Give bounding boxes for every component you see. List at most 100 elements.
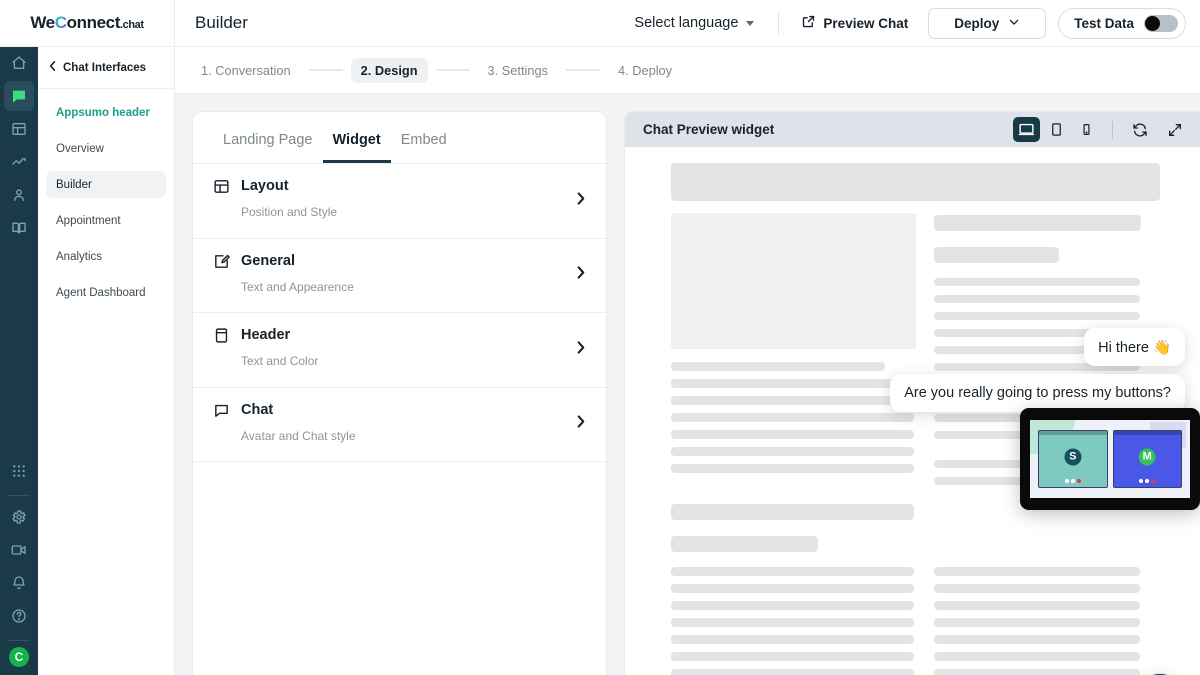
sidebar-item-analytics[interactable]: Analytics (46, 243, 166, 270)
deploy-label: Deploy (954, 15, 1000, 31)
video-end-call-dot (1151, 479, 1156, 483)
topbar: Builder Select language Preview Chat Dep… (175, 0, 1200, 47)
skeleton-line (671, 413, 914, 422)
brand-text: WeConnect.chat (30, 13, 144, 33)
settings-row-header[interactable]: Header Text and Color (193, 313, 606, 388)
sidebar-item-label: Appsumo header (56, 106, 150, 119)
skeleton-line (934, 247, 1059, 263)
step-settings[interactable]: 3. Settings (478, 58, 558, 83)
step-connector (566, 69, 601, 71)
skeleton-line (934, 652, 1140, 661)
settings-row-subtitle: Position and Style (241, 205, 338, 219)
refresh-icon[interactable] (1126, 117, 1153, 142)
sidebar-item-agent-dashboard[interactable]: Agent Dashboard (46, 279, 166, 306)
step-conversation[interactable]: 1. Conversation (191, 58, 301, 83)
language-select[interactable]: Select language (622, 15, 766, 31)
tab-landing-page[interactable]: Landing Page (213, 132, 323, 163)
avatar[interactable]: C (9, 647, 29, 667)
sidebar-list: Appsumo header Overview Builder Appointm… (38, 89, 174, 306)
chevron-right-icon[interactable] (575, 340, 586, 360)
settings-row-title: General (241, 252, 295, 269)
video-icon[interactable] (4, 535, 34, 565)
sidebar-item-label: Agent Dashboard (56, 286, 146, 299)
icon-rail: C (0, 0, 38, 675)
skeleton-line (671, 396, 914, 405)
test-data-toggle[interactable]: Test Data (1058, 7, 1186, 39)
apps-grid-icon[interactable] (4, 456, 34, 486)
video-preview-inner: S M (1030, 420, 1190, 498)
settings-row-general[interactable]: General Text and Appearence (193, 239, 606, 313)
help-icon[interactable] (4, 601, 34, 631)
expand-icon[interactable] (1161, 117, 1188, 142)
device-desktop-button[interactable] (1013, 117, 1040, 142)
language-select-label: Select language (634, 15, 739, 31)
dashboard-icon[interactable] (4, 114, 34, 144)
app-root: WeConnect.chat C Chat Interfaces Appsumo… (0, 0, 1200, 675)
skeleton-line (934, 601, 1140, 610)
skeleton-line (934, 312, 1140, 320)
sidebar-item-builder[interactable]: Builder (46, 171, 166, 198)
gear-icon[interactable] (4, 502, 34, 532)
video-controls-right (1139, 479, 1156, 483)
analytics-icon[interactable] (4, 147, 34, 177)
main-area: Builder Select language Preview Chat Dep… (175, 0, 1200, 675)
bell-icon[interactable] (4, 568, 34, 598)
chevron-right-icon[interactable] (575, 191, 586, 211)
sidebar-back-chat-interfaces[interactable]: Chat Interfaces (38, 47, 174, 89)
settings-row-title: Header (241, 327, 291, 343)
video-panes: S M (1038, 430, 1182, 488)
skeleton-line (671, 669, 914, 675)
video-pane-left: S (1038, 430, 1108, 488)
step-connector (308, 69, 343, 71)
settings-row-chat[interactable]: Chat Avatar and Chat style (193, 388, 606, 462)
content-area: Landing Page Widget Embed Layout Positio… (175, 94, 1200, 675)
contacts-icon[interactable] (4, 180, 34, 210)
chat-bubble-text: Are you really going to press my buttons… (904, 385, 1171, 401)
knowledge-icon[interactable] (4, 213, 34, 243)
sidebar-item-appointment[interactable]: Appointment (46, 207, 166, 234)
test-data-label: Test Data (1074, 15, 1134, 31)
home-icon[interactable] (4, 48, 34, 78)
settings-row-subtitle: Text and Appearence (241, 279, 354, 294)
tab-widget[interactable]: Widget (322, 132, 391, 163)
rail-divider (8, 495, 30, 496)
sidebar-item-appsumo-header[interactable]: Appsumo header (46, 99, 166, 126)
brand-logo[interactable]: WeConnect.chat (0, 0, 175, 47)
video-preview-card[interactable]: S M (1020, 408, 1200, 510)
video-pane-titlebar (1039, 431, 1107, 435)
chevron-right-icon[interactable] (575, 414, 586, 434)
preview-header-divider (1112, 120, 1113, 139)
video-control-dot (1145, 479, 1150, 483)
step-deploy[interactable]: 4. Deploy (608, 58, 682, 83)
settings-row-text: Header Text and Color (241, 326, 586, 368)
preview-header: Chat Preview widget (625, 112, 1200, 147)
chat-icon[interactable] (4, 81, 34, 111)
design-settings-card: Landing Page Widget Embed Layout Positio… (192, 111, 607, 675)
skeleton-line (671, 635, 914, 644)
chat-bubble-text: Hi there 👋 (1098, 339, 1171, 356)
rail-divider-bottom (8, 640, 30, 641)
brand-accent-letter: C (54, 13, 67, 32)
chat-preview-card: Chat Preview widget Hi there 👋 Are you r… (624, 111, 1200, 675)
device-tablet-button[interactable] (1043, 117, 1070, 142)
deploy-button[interactable]: Deploy (928, 7, 1047, 39)
video-control-dot (1070, 479, 1075, 483)
toggle-switch[interactable] (1144, 14, 1178, 32)
settings-row-layout[interactable]: Layout Position and Style (193, 164, 606, 239)
step-design[interactable]: 2. Design (350, 57, 428, 83)
tab-embed[interactable]: Embed (391, 132, 457, 163)
device-mobile-button[interactable] (1073, 117, 1100, 142)
skeleton-line (934, 567, 1140, 576)
preview-chat-button[interactable]: Preview Chat (791, 14, 918, 32)
chat-bubble-agent: Hi there 👋 (1084, 328, 1185, 366)
edit-icon (213, 252, 231, 275)
brand-part1: We (30, 13, 55, 32)
header-icon (213, 326, 231, 349)
skeleton-line (934, 618, 1140, 627)
skeleton-line (671, 362, 885, 371)
video-controls-left (1064, 479, 1081, 483)
skeleton-line (934, 584, 1140, 593)
settings-row-subtitle: Avatar and Chat style (241, 428, 356, 443)
chevron-right-icon[interactable] (575, 265, 586, 285)
sidebar-item-overview[interactable]: Overview (46, 135, 166, 162)
